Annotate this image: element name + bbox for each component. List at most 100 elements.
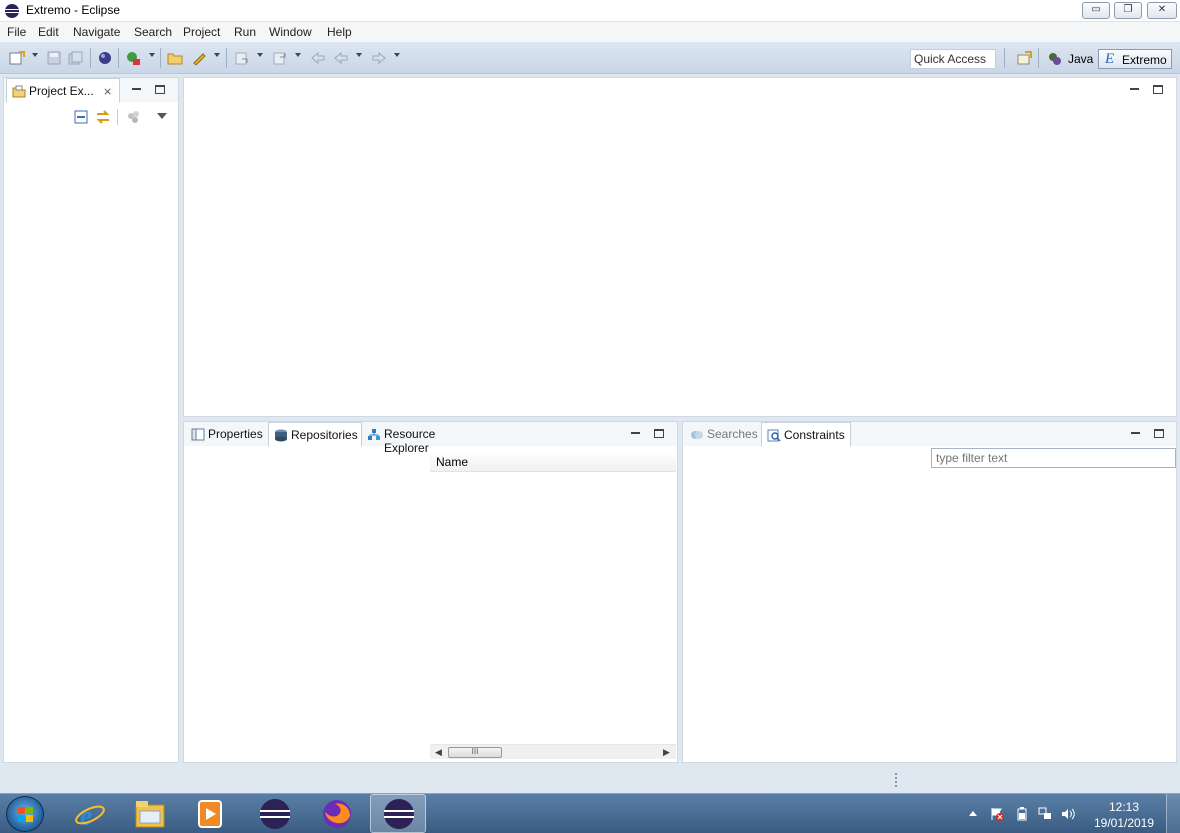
next-annotation-icon[interactable] bbox=[234, 51, 250, 65]
toolbar-separator bbox=[226, 48, 227, 68]
editor-area bbox=[183, 77, 1177, 417]
taskbar-media-player[interactable] bbox=[182, 794, 238, 833]
clock-date: 19/01/2019 bbox=[1093, 816, 1155, 830]
restore-button[interactable]: ❐ bbox=[1114, 2, 1142, 19]
quick-access-field[interactable]: Quick Access bbox=[910, 49, 996, 69]
extremo-perspective-button[interactable]: E Extremo bbox=[1098, 49, 1172, 69]
minimize-icon[interactable] bbox=[132, 88, 141, 90]
menu-search[interactable]: Search bbox=[134, 25, 172, 39]
editor-minimize-icon[interactable] bbox=[1130, 88, 1139, 90]
pen-dropdown-icon[interactable] bbox=[214, 53, 220, 57]
properties-icon bbox=[191, 428, 205, 441]
tab-searches[interactable]: Searches bbox=[685, 422, 761, 447]
close-tab-icon[interactable]: ⨯ bbox=[103, 85, 112, 98]
collapse-all-icon[interactable] bbox=[74, 110, 88, 124]
open-folder-icon[interactable] bbox=[167, 51, 183, 65]
tab-searches-label: Searches bbox=[707, 427, 758, 441]
eclipse-app-icon bbox=[384, 799, 414, 829]
repositories-maximize-icon[interactable] bbox=[654, 429, 664, 438]
back-icon[interactable] bbox=[333, 51, 349, 65]
menu-navigate[interactable]: Navigate bbox=[73, 25, 120, 39]
taskbar-firefox[interactable] bbox=[308, 794, 364, 833]
menu-run[interactable]: Run bbox=[234, 25, 256, 39]
next-annotation-dropdown-icon[interactable] bbox=[257, 53, 263, 57]
project-explorer-icon bbox=[12, 85, 26, 98]
windows-logo-icon bbox=[18, 807, 33, 822]
internet-explorer-icon: e bbox=[75, 801, 105, 830]
constraints-minimize-icon[interactable] bbox=[1131, 432, 1140, 434]
save-icon[interactable] bbox=[46, 51, 62, 65]
taskbar-eclipse-1[interactable] bbox=[246, 794, 302, 833]
constraints-tab-strip: Searches Constraints bbox=[683, 422, 1176, 447]
scroll-right-icon[interactable]: ▶ bbox=[663, 747, 670, 758]
prev-annotation-dropdown-icon[interactable] bbox=[295, 53, 301, 57]
back-dropdown-icon[interactable] bbox=[356, 53, 362, 57]
new-wizard-icon[interactable] bbox=[9, 51, 25, 65]
run-config-icon[interactable] bbox=[125, 51, 141, 65]
run-dropdown-icon[interactable] bbox=[149, 53, 155, 57]
tab-repositories[interactable]: Repositories bbox=[268, 422, 362, 447]
firefox-icon bbox=[323, 800, 351, 828]
toolbar-separator bbox=[90, 48, 91, 68]
forward-dropdown-icon[interactable] bbox=[394, 53, 400, 57]
view-menu-icon[interactable] bbox=[157, 113, 167, 119]
action-center-icon[interactable] bbox=[990, 807, 1004, 821]
menu-project[interactable]: Project bbox=[183, 25, 220, 39]
scrollbar-thumb[interactable]: III bbox=[448, 747, 502, 758]
tab-constraints[interactable]: Constraints bbox=[761, 422, 851, 447]
project-explorer-tab-strip: Project Ex... ⨯ bbox=[4, 78, 178, 103]
network-icon[interactable] bbox=[1038, 807, 1052, 821]
last-edit-icon[interactable] bbox=[310, 51, 326, 65]
menu-help[interactable]: Help bbox=[327, 25, 352, 39]
tab-properties[interactable]: Properties bbox=[186, 422, 266, 447]
filter-icon[interactable] bbox=[126, 110, 142, 124]
repositories-minimize-icon[interactable] bbox=[631, 432, 640, 434]
horizontal-scrollbar[interactable]: ◀ III ▶ bbox=[430, 744, 676, 759]
volume-icon[interactable] bbox=[1061, 807, 1075, 821]
toolbar-separator bbox=[1004, 48, 1005, 68]
taskbar-clock[interactable]: 12:13 19/01/2019 bbox=[1082, 799, 1166, 831]
prev-annotation-icon[interactable] bbox=[272, 51, 288, 65]
minimize-button[interactable]: ▭ bbox=[1082, 2, 1110, 19]
menu-edit[interactable]: Edit bbox=[38, 25, 59, 39]
close-button[interactable]: ✕ bbox=[1147, 2, 1177, 19]
taskbar-file-explorer[interactable] bbox=[122, 794, 178, 833]
scroll-left-icon[interactable]: ◀ bbox=[435, 747, 442, 758]
extremo-perspective-label: Extremo bbox=[1122, 53, 1167, 67]
menu-window[interactable]: Window bbox=[269, 25, 312, 39]
title-bar: Extremo - Eclipse ▭ ❐ ✕ bbox=[0, 0, 1180, 22]
sphere-icon[interactable] bbox=[97, 51, 113, 65]
show-desktop-button[interactable] bbox=[1166, 794, 1180, 833]
save-all-icon[interactable] bbox=[68, 51, 84, 65]
battery-icon[interactable] bbox=[1015, 807, 1029, 821]
status-bar-handle[interactable] bbox=[895, 773, 897, 787]
open-perspective-icon[interactable] bbox=[1016, 51, 1032, 65]
windows-taskbar: e 12:13 19/01/2019 bbox=[0, 793, 1180, 833]
java-perspective-label: Java bbox=[1068, 52, 1094, 66]
searches-icon bbox=[691, 431, 703, 439]
maximize-icon[interactable] bbox=[155, 85, 165, 94]
pen-icon[interactable] bbox=[191, 51, 207, 65]
java-perspective-button[interactable]: Java bbox=[1044, 49, 1093, 69]
taskbar-eclipse-2[interactable] bbox=[370, 794, 426, 833]
scroll-thumb-grip: III bbox=[471, 747, 479, 756]
new-dropdown-icon[interactable] bbox=[32, 53, 38, 57]
tab-repositories-label: Repositories bbox=[291, 428, 358, 442]
constraints-maximize-icon[interactable] bbox=[1154, 429, 1164, 438]
menu-file[interactable]: File bbox=[7, 25, 26, 39]
start-button[interactable] bbox=[6, 796, 44, 832]
svg-text:e: e bbox=[80, 801, 92, 830]
show-hidden-icons-icon[interactable] bbox=[969, 811, 977, 816]
main-toolbar: Quick Access Java E Extremo bbox=[0, 42, 1180, 74]
filter-text-input[interactable] bbox=[931, 448, 1176, 468]
link-with-editor-icon[interactable] bbox=[95, 109, 111, 125]
tab-resource-explorer[interactable]: Resource Explorer bbox=[362, 422, 484, 455]
tab-project-explorer[interactable]: Project Ex... ⨯ bbox=[6, 78, 120, 103]
name-column-header[interactable]: Name bbox=[430, 452, 676, 472]
editor-maximize-icon[interactable] bbox=[1153, 85, 1163, 94]
media-player-icon bbox=[198, 800, 222, 828]
forward-icon[interactable] bbox=[371, 51, 387, 65]
file-explorer-icon bbox=[135, 801, 165, 828]
taskbar-internet-explorer[interactable]: e bbox=[62, 794, 118, 833]
view-toolbar-separator bbox=[117, 109, 118, 125]
